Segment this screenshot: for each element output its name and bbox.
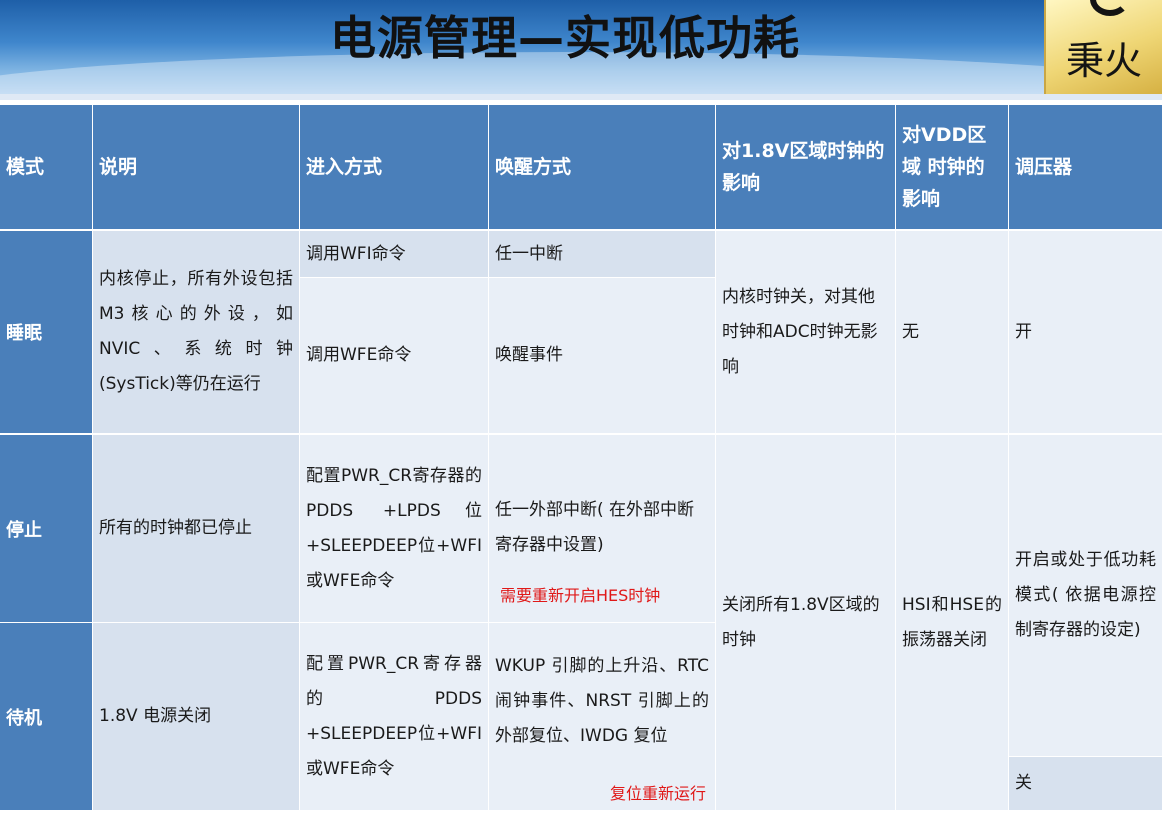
header-desc: 说明 [93,105,299,229]
stop-standby-clock-vdd: HSI和HSE的振荡器关闭 [896,435,1008,810]
sleep-enter-wfe: 调用WFE命令 [300,278,488,433]
stop-wake-text: 任一外部中断( 在外部中断寄存器中设置) [495,500,695,555]
divider [0,94,1162,100]
stop-standby-regulator: 开启或处于低功耗模式( 依据电源控制寄存器的设定) [1009,435,1162,756]
sleep-clock-vdd: 无 [896,231,1008,433]
standby-wake-text: WKUP 引脚的上升沿、RTC闹钟事件、NRST 引脚上的外部复位、IWDG 复… [495,656,709,746]
stop-description: 所有的时钟都已停止 [93,435,299,622]
header-clock-vdd: 对VDD区域 时钟的影响 [896,105,1008,229]
header-regulator: 调压器 [1009,105,1162,229]
logo-text: 秉火 [1065,39,1142,83]
standby-note-reset-run: 复位重新运行 [610,784,707,803]
header-clock-1v8: 对1.8V区域时钟的影响 [716,105,895,229]
sleep-clock-1v8: 内核时钟关，对其他时钟和ADC时钟无影响 [716,231,895,433]
stop-standby-clock-1v8: 关闭所有1.8V区域的时钟 [716,435,895,810]
standby-regulator: 关 [1009,757,1162,810]
flame-logo-icon [1090,0,1130,16]
sleep-wake-any-interrupt: 任一中断 [489,231,715,277]
header-enter: 进入方式 [300,105,488,229]
mode-sleep: 睡眠 [0,231,92,433]
mode-standby: 待机 [0,623,92,810]
standby-enter-method: 配置PWR_CR寄存器 的 PDDS +SLEEPDEEP位+WFI或WFE命令 [300,623,488,810]
stop-enter-method: 配置PWR_CR寄存器的PDDS +LPDS位+SLEEPDEEP位+WFI或W… [300,435,488,622]
title-banner: 电源管理—实现低功耗 [0,0,1162,94]
mode-stop: 停止 [0,435,92,622]
header-wake: 唤醒方式 [489,105,715,229]
sleep-regulator: 开 [1009,231,1162,433]
brand-logo: 秉火 [1044,0,1162,94]
stop-note-restart-clock: 需要重新开启HES时钟 [500,586,661,605]
standby-description: 1.8V 电源关闭 [93,623,299,810]
page-title: 电源管理—实现低功耗 [330,11,800,65]
sleep-description: 内核停止，所有外设包括M3核心的外设，如NVIC、系统时钟(SysTick)等仍… [93,231,299,433]
sleep-enter-wfi: 调用WFI命令 [300,231,488,277]
header-mode: 模式 [0,105,92,229]
sleep-wake-event: 唤醒事件 [489,278,715,433]
